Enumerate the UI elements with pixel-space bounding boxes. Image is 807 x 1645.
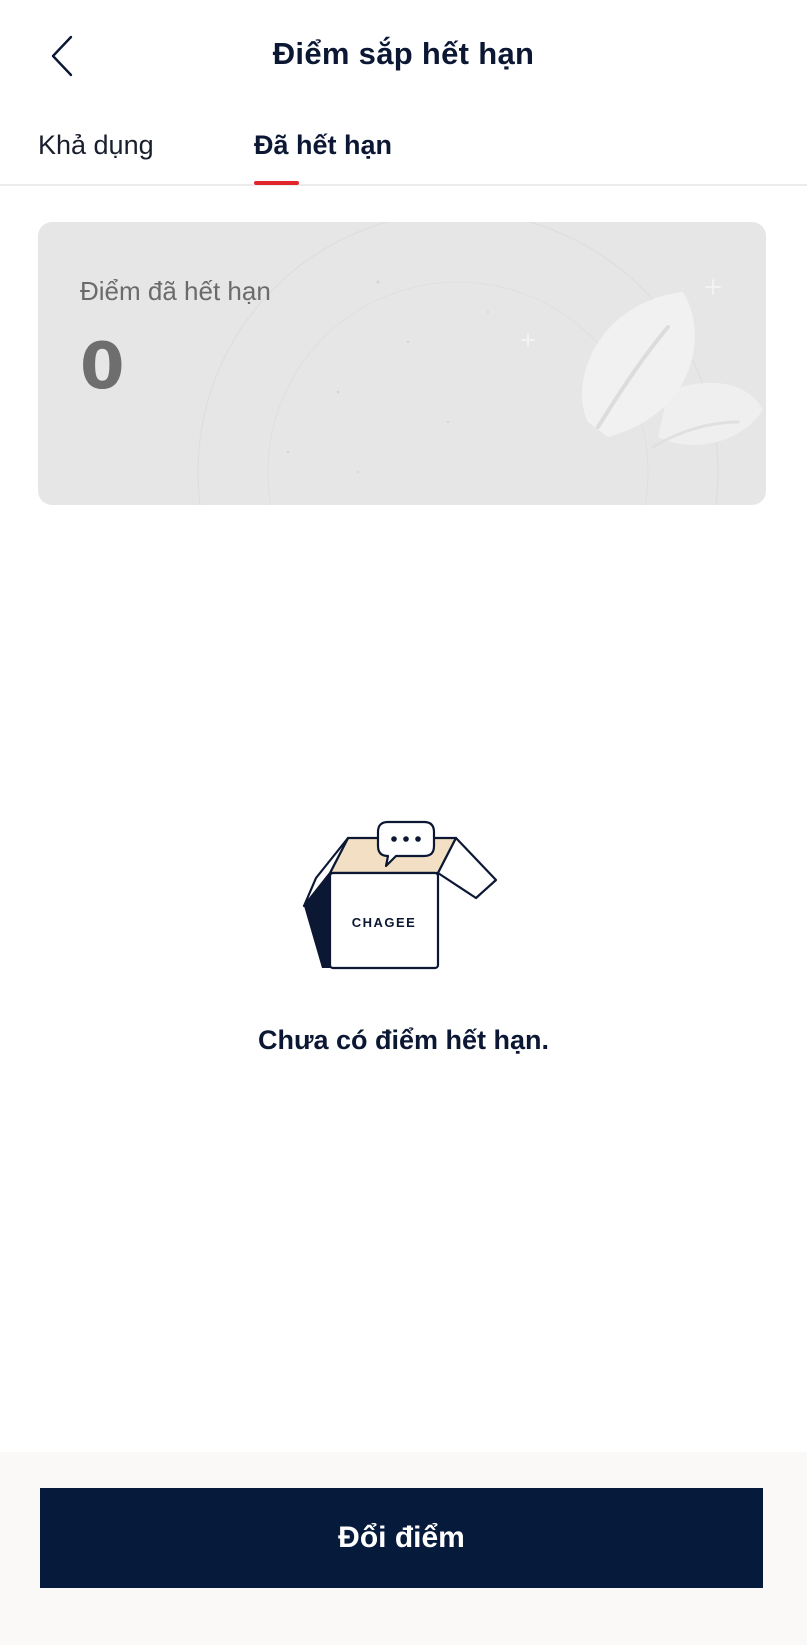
expired-points-value: 0 (80, 330, 125, 404)
redeem-points-button[interactable]: Đổi điểm (40, 1488, 763, 1588)
page-title: Điểm sắp hết hạn (272, 36, 535, 71)
tab-available[interactable]: Khả dụng (38, 130, 154, 161)
box-brand-text: CHAGEE (352, 915, 417, 930)
leaf-icon (582, 292, 763, 449)
active-tab-indicator (254, 181, 299, 185)
expired-points-label: Điểm đã hết hạn (80, 276, 271, 306)
empty-state-message: Chưa có điểm hết hạn. (257, 1025, 550, 1055)
expired-points-card: Điểm đã hết hạn 0 (38, 222, 766, 505)
tab-expired[interactable]: Đã hết hạn (254, 130, 392, 161)
screen: Điểm sắp hết hạn Khả dụng Đã hết hạn Điể… (0, 0, 807, 1645)
empty-box-icon: CHAGEE (302, 820, 498, 970)
tab-bar: Khả dụng Đã hết hạn (0, 112, 807, 186)
footer: Đổi điểm (0, 1452, 807, 1645)
header: Điểm sắp hết hạn (0, 0, 807, 112)
